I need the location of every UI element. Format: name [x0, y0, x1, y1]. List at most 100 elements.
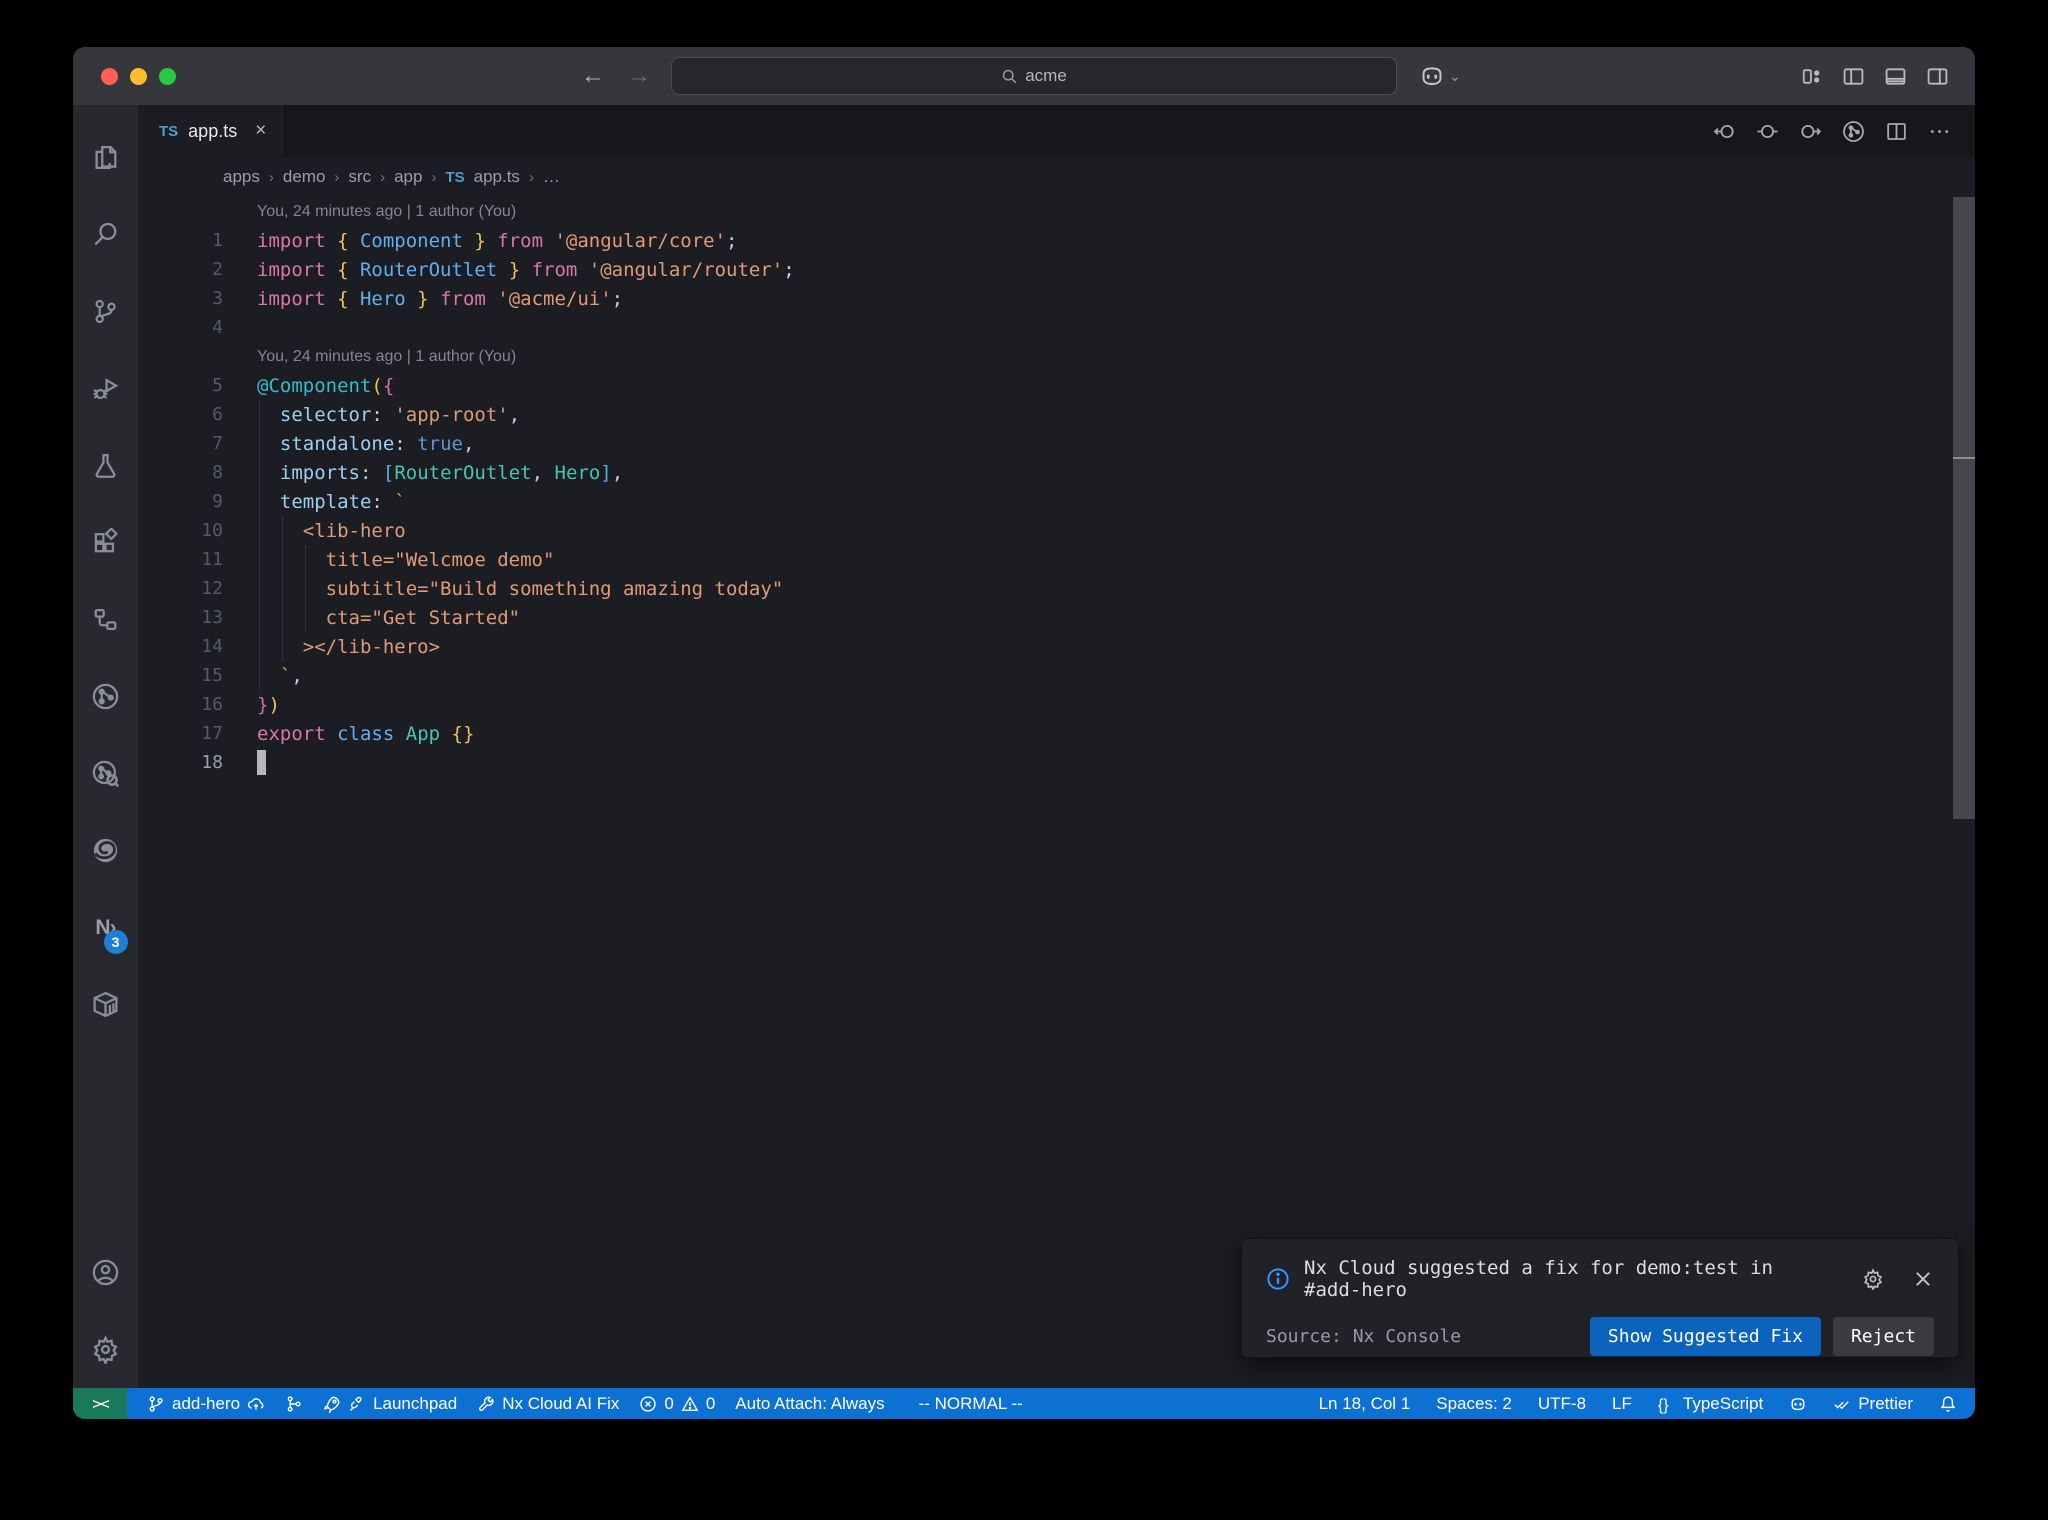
breadcrumb-item-app[interactable]: app — [394, 167, 422, 187]
customize-layout-icon[interactable] — [1800, 65, 1823, 88]
activitybar-testing-icon[interactable] — [82, 427, 130, 504]
code-line-16[interactable]: 16}) — [139, 690, 1975, 719]
code-line-18[interactable]: 18 — [139, 748, 1975, 777]
breadcrumb-item-src[interactable]: src — [348, 167, 371, 187]
account-menu[interactable]: ⌄ — [1419, 63, 1461, 89]
statusbar-eol[interactable]: LF — [1612, 1394, 1632, 1414]
statusbar-vim-mode[interactable]: -- NORMAL -- — [919, 1394, 1023, 1414]
statusbar-problems[interactable]: 00 — [639, 1394, 715, 1414]
tab-app-ts[interactable]: TS app.ts × — [139, 105, 286, 157]
line-number[interactable]: 2 — [139, 259, 223, 280]
more-actions-icon[interactable] — [1928, 120, 1951, 143]
line-number[interactable]: 11 — [139, 549, 223, 570]
activitybar-nx-graph-icon[interactable] — [82, 658, 130, 735]
activitybar-search-icon[interactable] — [82, 196, 130, 273]
line-number[interactable]: 12 — [139, 578, 223, 599]
activitybar-source-control-icon[interactable] — [82, 273, 130, 350]
line-number[interactable]: 13 — [139, 607, 223, 628]
activitybar-container-tools-icon[interactable] — [82, 966, 130, 1043]
line-number[interactable]: 18 — [139, 752, 223, 773]
activitybar-edge-devtools-icon[interactable] — [82, 812, 130, 889]
statusbar-git-graph[interactable] — [285, 1395, 303, 1413]
statusbar-copilot[interactable] — [1789, 1395, 1807, 1413]
show-suggested-fix-button[interactable]: Show Suggested Fix — [1589, 1317, 1821, 1356]
activitybar-nx-console-icon[interactable]: N› 3 — [82, 889, 130, 966]
line-number[interactable]: 4 — [139, 317, 223, 338]
line-number[interactable]: 1 — [139, 230, 223, 251]
line-number[interactable]: 15 — [139, 665, 223, 686]
statusbar-auto-attach[interactable]: Auto Attach: Always — [735, 1394, 884, 1414]
toggle-primary-sidebar-icon[interactable] — [1842, 65, 1865, 88]
minimize-window-button[interactable] — [130, 67, 147, 85]
code-line-10[interactable]: 10 <lib-hero — [139, 516, 1975, 545]
code-line-3[interactable]: 3 import { Hero } from '@acme/ui'; — [139, 284, 1975, 313]
statusbar-cursor-position[interactable]: Ln 18, Col 1 — [1319, 1394, 1411, 1414]
line-number[interactable]: 3 — [139, 288, 223, 309]
breadcrumb-symbol-tail[interactable]: … — [543, 167, 560, 187]
code-line-14[interactable]: 14 ></lib-hero> — [139, 632, 1975, 661]
statusbar-language-mode[interactable]: {} TypeScript — [1658, 1394, 1763, 1414]
toggle-panel-icon[interactable] — [1884, 65, 1907, 88]
breadcrumb-item-apps[interactable]: apps — [223, 167, 260, 187]
scrollbar-thumb[interactable] — [1953, 197, 1975, 819]
code-line-9[interactable]: 9 template: ` — [139, 487, 1975, 516]
statusbar-formatter[interactable]: Prettier — [1833, 1394, 1913, 1414]
activitybar-accounts-icon[interactable] — [82, 1234, 130, 1311]
code-editor[interactable]: You, 24 minutes ago | 1 author (You) 1 imp… — [139, 197, 1975, 1388]
blame-annotation[interactable]: You, 24 minutes ago | 1 author (You) — [139, 342, 1975, 371]
toggle-secondary-sidebar-icon[interactable] — [1926, 65, 1949, 88]
line-number[interactable]: 5 — [139, 375, 223, 396]
command-center-search[interactable]: acme — [671, 57, 1397, 95]
code-line-13[interactable]: 13 cta="Get Started" — [139, 603, 1975, 632]
run-graph-icon[interactable] — [1842, 120, 1865, 143]
activitybar-project-hierarchy-icon[interactable] — [82, 581, 130, 658]
nav-forward-icon[interactable] — [1799, 120, 1822, 143]
history-back-icon[interactable]: ← — [581, 62, 605, 90]
line-number[interactable]: 7 — [139, 433, 223, 454]
remote-indicator[interactable]: >< — [73, 1388, 127, 1419]
tab-close-icon[interactable]: × — [255, 120, 266, 142]
titlebar[interactable]: ← → acme ⌄ — [73, 47, 1975, 105]
line-number[interactable]: 10 — [139, 520, 223, 541]
close-window-button[interactable] — [101, 67, 118, 85]
code-line-6[interactable]: 6 selector: 'app-root', — [139, 400, 1975, 429]
code-line-7[interactable]: 7 standalone: true, — [139, 429, 1975, 458]
code-line-11[interactable]: 11 title="Welcmoe demo" — [139, 545, 1975, 574]
activitybar-nx-graph-search-icon[interactable] — [82, 735, 130, 812]
activitybar-explorer-icon[interactable] — [82, 119, 130, 196]
activitybar-settings-gear-icon[interactable] — [82, 1311, 130, 1388]
blame-annotation[interactable]: You, 24 minutes ago | 1 author (You) — [139, 197, 1975, 226]
nav-location-icon[interactable] — [1756, 120, 1779, 143]
reject-button[interactable]: Reject — [1832, 1317, 1934, 1356]
line-number[interactable]: 8 — [139, 462, 223, 483]
history-forward-icon[interactable]: → — [627, 62, 651, 90]
statusbar-launchpad[interactable]: Launchpad — [323, 1394, 457, 1414]
line-number[interactable]: 14 — [139, 636, 223, 657]
statusbar-indentation[interactable]: Spaces: 2 — [1436, 1394, 1512, 1414]
code-line-5[interactable]: 5 @Component({ — [139, 371, 1975, 400]
statusbar-nx-cloud-ai-fix[interactable]: Nx Cloud AI Fix — [477, 1394, 619, 1414]
statusbar-notifications[interactable] — [1939, 1395, 1957, 1413]
code-line-17[interactable]: 17 export class App {} — [139, 719, 1975, 748]
close-icon[interactable] — [1912, 1268, 1934, 1290]
breadcrumb[interactable]: apps › demo › src › app › TS app.ts ›… — [139, 157, 1975, 197]
zoom-window-button[interactable] — [159, 67, 176, 85]
code-line-2[interactable]: 2 import { RouterOutlet } from '@angular/… — [139, 255, 1975, 284]
split-editor-icon[interactable] — [1885, 120, 1908, 143]
statusbar-encoding[interactable]: UTF-8 — [1538, 1394, 1586, 1414]
breadcrumb-item-demo[interactable]: demo — [283, 167, 326, 187]
activitybar-run-and-debug-icon[interactable] — [82, 350, 130, 427]
activitybar-extensions-icon[interactable] — [82, 504, 130, 581]
statusbar-branch-indicator[interactable]: add-hero — [147, 1394, 265, 1414]
code-line-4[interactable]: 4 — [139, 313, 1975, 342]
line-number[interactable]: 6 — [139, 404, 223, 425]
nav-back-icon[interactable] — [1713, 120, 1736, 143]
line-number[interactable]: 9 — [139, 491, 223, 512]
line-number[interactable]: 16 — [139, 694, 223, 715]
code-line-1[interactable]: 1 import { Component } from '@angular/cor… — [139, 226, 1975, 255]
code-line-15[interactable]: 15 `, — [139, 661, 1975, 690]
code-line-8[interactable]: 8 imports: [RouterOutlet, Hero], — [139, 458, 1975, 487]
breadcrumb-file[interactable]: app.ts — [474, 167, 520, 187]
line-number[interactable]: 17 — [139, 723, 223, 744]
gear-icon[interactable] — [1862, 1268, 1884, 1290]
